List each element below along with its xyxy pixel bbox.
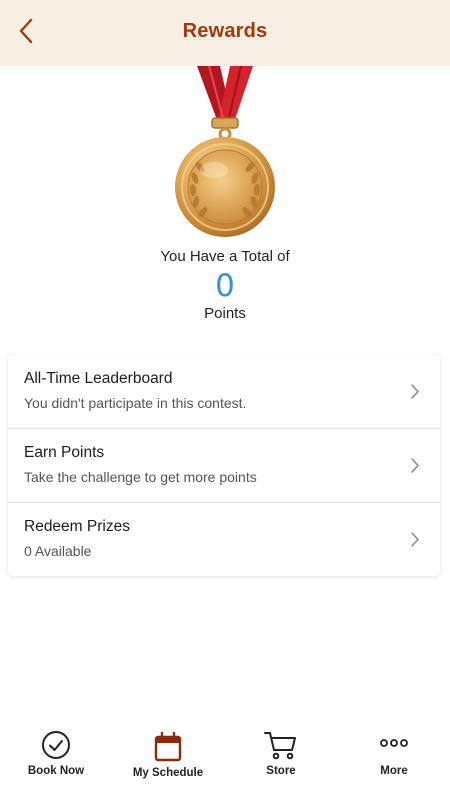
check-circle-icon	[42, 731, 70, 759]
redeem-prizes-subtitle: 0 Available	[24, 543, 92, 559]
gold-medal-icon	[175, 66, 275, 237]
tab-store[interactable]: Store	[225, 724, 337, 800]
total-points-label: You Have a Total of	[160, 248, 290, 265]
redeem-prizes-row[interactable]: Redeem Prizes 0 Available	[8, 502, 440, 576]
tab-more-label: More	[380, 765, 408, 777]
tab-my-schedule[interactable]: My Schedule	[112, 724, 224, 800]
earn-points-title: Earn Points	[24, 444, 105, 461]
calendar-icon	[154, 732, 182, 762]
chevron-right-icon	[411, 532, 419, 547]
page-title: Rewards	[182, 20, 268, 42]
tab-more[interactable]: More	[338, 724, 450, 800]
points-unit-label: Points	[204, 305, 246, 322]
earn-points-row[interactable]: Earn Points Take the challenge to get mo…	[8, 428, 440, 502]
points-value: 0	[215, 268, 235, 304]
tab-book-now-label: Book Now	[27, 765, 85, 777]
chevron-right-icon	[411, 458, 419, 473]
tab-my-schedule-label: My Schedule	[132, 767, 204, 779]
leaderboard-subtitle: You didn't participate in this contest.	[24, 395, 247, 411]
app-header: Rewards	[0, 0, 450, 66]
earn-points-subtitle: Take the challenge to get more points	[24, 469, 257, 485]
tab-book-now[interactable]: Book Now	[0, 724, 112, 800]
redeem-prizes-title: Redeem Prizes	[24, 518, 130, 535]
bottom-tab-bar: Book Now My Schedule Store More	[0, 724, 450, 800]
tab-store-label: Store	[266, 765, 296, 777]
chevron-right-icon	[411, 384, 419, 399]
cart-icon	[264, 732, 296, 760]
more-dots-icon	[380, 739, 408, 747]
leaderboard-title: All-Time Leaderboard	[24, 370, 173, 387]
rewards-menu-card: All-Time Leaderboard You didn't particip…	[8, 355, 440, 576]
leaderboard-row[interactable]: All-Time Leaderboard You didn't particip…	[8, 355, 440, 428]
